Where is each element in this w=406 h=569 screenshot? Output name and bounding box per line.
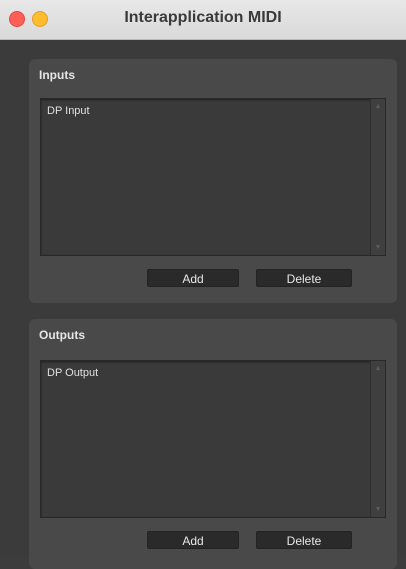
triangle-up-icon[interactable]: ▲ [371,103,385,110]
list-item[interactable]: DP Input [47,105,90,117]
inputs-panel: Inputs DP Input ▲ ▼ Add Delete [29,59,397,303]
outputs-panel: Outputs DP Output ▲ ▼ Add Delete [29,319,397,569]
inputs-list[interactable]: DP Input ▲ ▼ [40,98,386,256]
list-item[interactable]: DP Output [47,367,98,379]
inputs-scrollbar[interactable]: ▲ ▼ [370,99,385,255]
delete-output-button[interactable]: Delete [256,531,352,549]
outputs-title: Outputs [39,328,85,342]
triangle-up-icon[interactable]: ▲ [371,365,385,372]
outputs-list[interactable]: DP Output ▲ ▼ [40,360,386,518]
add-input-button[interactable]: Add [147,269,239,287]
triangle-down-icon[interactable]: ▼ [371,506,385,513]
interapplication-midi-window: Interapplication MIDI Inputs DP Input ▲ … [0,0,406,569]
inputs-title: Inputs [39,68,75,82]
triangle-down-icon[interactable]: ▼ [371,244,385,251]
title-bar[interactable]: Interapplication MIDI [0,0,406,40]
outputs-scrollbar[interactable]: ▲ ▼ [370,361,385,517]
window-title: Interapplication MIDI [124,9,282,26]
add-output-button[interactable]: Add [147,531,239,549]
delete-input-button[interactable]: Delete [256,269,352,287]
